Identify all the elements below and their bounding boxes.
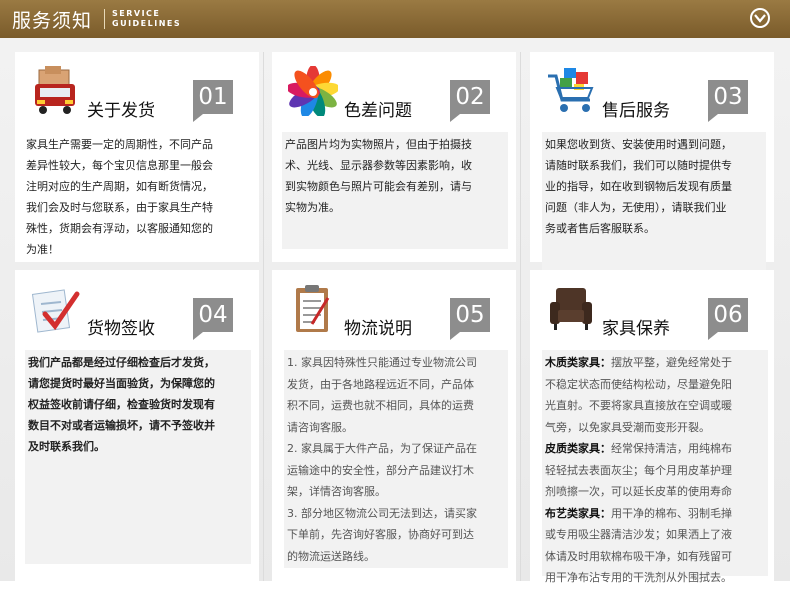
text-line: 运输途中的安全性，部分产品建议打木 bbox=[287, 463, 474, 477]
card-title: 色差问题 bbox=[344, 101, 412, 121]
text-line: 为准！ bbox=[26, 243, 59, 256]
card-number-badge: 02 bbox=[450, 80, 490, 122]
page-title: 服务须知 bbox=[12, 10, 93, 32]
card-title: 家具保养 bbox=[602, 319, 670, 339]
service-grid: 关于发货 01 家具生产需要一定的周期性，不同产品 差异性较大，每个宝贝信息那里… bbox=[0, 38, 790, 584]
text-line: 殊性，货期会有浮动，以客服通知您的 bbox=[26, 222, 213, 235]
care-line: 皮质类家具：经常保持清洁，用纯棉布 bbox=[545, 438, 765, 460]
card-text: 1. 家具因特殊性只能通过专业物流公司 发货，由于各地路程远近不同，产品体 积不… bbox=[284, 350, 508, 568]
text-line: 2. 家具属于大件产品，为了保证产品在 bbox=[287, 442, 477, 455]
text-line: 剂喷擦一次，可以延长皮革的使用寿命 bbox=[545, 485, 732, 498]
text-line: 发货，由于各地路程远近不同，产品体 bbox=[287, 377, 474, 391]
text-line: 体请及时用软棉布吸干净，如有残留可 bbox=[545, 549, 732, 563]
text-line: 我们产品都是经过仔细检查后才发货， bbox=[28, 356, 215, 369]
text-line: 用干净布沾专用的干洗剂从外围拭去。 bbox=[545, 571, 732, 584]
text-line: 业的指导，如在收到钢物后发现有质量 bbox=[545, 180, 732, 193]
care-label-leather: 皮质类家具： bbox=[545, 442, 611, 455]
card-text: 如果您收到货、安装使用时遇到问题， 请随时联系我们，我们可以随时提供专 业的指导… bbox=[542, 132, 766, 270]
text-line: 请随时联系我们，我们可以随时提供专 bbox=[545, 159, 732, 172]
text-line: 到实物颜色与照片可能会有差别，请与 bbox=[285, 180, 472, 193]
text-line: 1. 家具因特殊性只能通过专业物流公司 bbox=[287, 356, 477, 369]
care-line: 布艺类家具：用干净的棉布、羽制毛掸 bbox=[545, 503, 765, 525]
english-subtitle: SERVICE GUIDELINES bbox=[112, 9, 181, 29]
care-line: 木质类家具：摆放平整，避免经常处于 bbox=[545, 352, 765, 374]
english-subtitle-line1: SERVICE bbox=[112, 9, 161, 18]
card-after-sales: 售后服务 03 如果您收到货、安装使用时遇到问题， 请随时联系我们，我们可以随时… bbox=[530, 52, 774, 270]
checklist-icon bbox=[31, 289, 80, 333]
column-divider bbox=[520, 52, 521, 581]
text-line: 用干净的棉布、羽制毛掸 bbox=[611, 506, 732, 520]
card-color-difference: 色差问题 02 产品图片均为实物照片，但由于拍摄技 术、光线、显示器参数等因素影… bbox=[272, 52, 516, 262]
card-furniture-care: 家具保养 06 木质类家具：摆放平整，避免经常处于 不稳定状态而使结构松动，尽量… bbox=[530, 270, 774, 584]
card-number-badge: 06 bbox=[708, 298, 748, 340]
text-line: 家具生产需要一定的周期性，不同产品 bbox=[26, 138, 213, 151]
english-subtitle-line2: GUIDELINES bbox=[112, 19, 182, 28]
text-line: 数目不对或者运输损坏，请不予签收并 bbox=[28, 419, 215, 432]
text-line: 差异性较大，每个宝贝信息那里一般会 bbox=[26, 159, 213, 172]
text-line: 下单前，先咨询好客服，协商好可到达 bbox=[287, 528, 474, 541]
card-text: 我们产品都是经过仔细检查后才发货， 请您提货时最好当面验货，为保障您的 权益签收… bbox=[25, 350, 251, 564]
text-line: 不稳定状态而使结构松动，尽量避免阳 bbox=[545, 377, 732, 391]
collapse-toggle-button[interactable] bbox=[750, 8, 770, 28]
text-line: 实物为准。 bbox=[285, 201, 340, 214]
text-line: 注明对应的生产周期，如有断货情况， bbox=[26, 180, 213, 193]
card-title: 售后服务 bbox=[602, 101, 670, 121]
card-delivery: 关于发货 01 家具生产需要一定的周期性，不同产品 差异性较大，每个宝贝信息那里… bbox=[15, 52, 259, 262]
card-text: 家具生产需要一定的周期性，不同产品 差异性较大，每个宝贝信息那里一般会 注明对应… bbox=[23, 132, 253, 262]
text-line: 问题（非人为，无使用），请联我们业 bbox=[545, 201, 727, 214]
text-line: 光直射。不要将家具直接放在空调或暖 bbox=[545, 399, 732, 412]
text-line: 如果您收到货、安装使用时遇到问题， bbox=[545, 138, 732, 151]
text-line: 产品图片均为实物照片，但由于拍摄技 bbox=[285, 138, 472, 151]
text-line: 轻轻拭去表面灰尘；每个月用皮革护理 bbox=[545, 463, 732, 477]
chevron-down-icon bbox=[754, 14, 766, 23]
text-line: 架，详情咨询客服。 bbox=[287, 485, 386, 498]
shopping-cart-icon bbox=[548, 68, 594, 112]
text-line: 经常保持清洁，用纯棉布 bbox=[611, 442, 732, 455]
delivery-truck-icon bbox=[35, 66, 75, 114]
text-line: 务或者售后客服联系。 bbox=[545, 222, 655, 235]
color-wheel-icon bbox=[288, 66, 338, 116]
card-number-badge: 01 bbox=[193, 80, 233, 122]
care-label-wood: 木质类家具： bbox=[545, 356, 611, 369]
text-line: 术、光线、显示器参数等因素影响，收 bbox=[285, 159, 472, 172]
card-number-badge: 03 bbox=[708, 80, 748, 122]
card-text: 产品图片均为实物照片，但由于拍摄技 术、光线、显示器参数等因素影响，收 到实物颜… bbox=[282, 132, 508, 249]
text-line: 的物流运送路线。 bbox=[287, 549, 375, 563]
text-line: 及时联系我们。 bbox=[28, 440, 105, 453]
card-title: 物流说明 bbox=[344, 319, 412, 339]
card-title: 关于发货 bbox=[87, 101, 155, 121]
clipboard-icon bbox=[296, 285, 330, 332]
text-line: 或专用吸尘器清洁沙发；如果洒上了液 bbox=[545, 528, 732, 541]
card-number-badge: 04 bbox=[193, 298, 233, 340]
card-text: 木质类家具：摆放平整，避免经常处于 不稳定状态而使结构松动，尽量避免阳 光直射。… bbox=[542, 350, 768, 584]
title-separator bbox=[104, 9, 105, 29]
card-number-badge: 05 bbox=[450, 298, 490, 340]
card-title: 货物签收 bbox=[87, 319, 155, 339]
care-label-fabric: 布艺类家具： bbox=[545, 506, 611, 520]
text-line: 请您提货时最好当面验货，为保障您的 bbox=[28, 377, 215, 390]
text-line: 我们会及时与您联系，由于家具生产特 bbox=[26, 201, 213, 214]
armchair-icon bbox=[550, 288, 592, 330]
text-line: 请咨询客服。 bbox=[287, 420, 353, 434]
card-receipt: 货物签收 04 我们产品都是经过仔细检查后才发货， 请您提货时最好当面验货，为保… bbox=[15, 270, 259, 581]
header-bar: 服务须知 SERVICE GUIDELINES bbox=[0, 0, 790, 38]
text-line: 摆放平整，避免经常处于 bbox=[611, 356, 732, 369]
text-line: 权益签收前请仔细，检查验货时发现有 bbox=[28, 398, 215, 411]
text-line: 3. 部分地区物流公司无法到达，请买家 bbox=[287, 506, 477, 520]
text-line: 积不同，运费也就不相同，具体的运费 bbox=[287, 399, 474, 412]
column-divider bbox=[263, 52, 264, 581]
card-logistics: 物流说明 05 1. 家具因特殊性只能通过专业物流公司 发货，由于各地路程远近不… bbox=[272, 270, 516, 581]
text-line: 气旁，以免家具受潮而变形开裂。 bbox=[545, 420, 710, 434]
